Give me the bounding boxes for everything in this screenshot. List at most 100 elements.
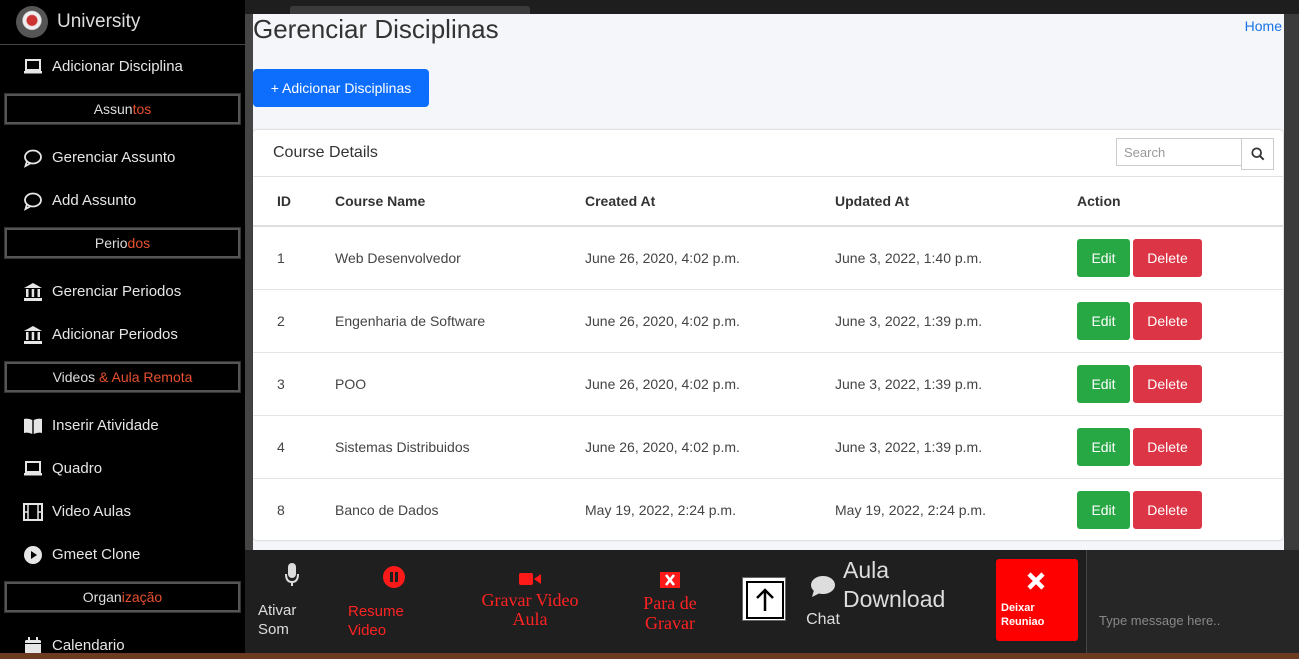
pause-circle-icon bbox=[383, 566, 405, 588]
main-content: Gerenciar Disciplinas Home + Adicionar D… bbox=[253, 14, 1284, 550]
sidebar-item[interactable]: Video Aulas bbox=[0, 490, 245, 533]
stop-recording-control[interactable]: Para de Gravar bbox=[635, 572, 705, 633]
sidebar-item-label: Adicionar Periodos bbox=[52, 326, 178, 343]
delete-button[interactable]: Delete bbox=[1133, 302, 1202, 340]
message-input[interactable] bbox=[1097, 612, 1291, 629]
edit-button[interactable]: Edit bbox=[1077, 302, 1130, 340]
resume-label: Resume Video bbox=[348, 603, 404, 639]
chat-panel bbox=[1086, 550, 1299, 659]
laptop-icon bbox=[22, 459, 44, 479]
cell-created-at: May 19, 2022, 2:24 p.m. bbox=[585, 502, 736, 518]
table-header-row: ID Course Name Created At Updated At Act… bbox=[253, 177, 1283, 227]
sidebar-item[interactable]: Adicionar Disciplina bbox=[0, 45, 245, 88]
record-control[interactable]: Gravar Video Aula bbox=[474, 572, 586, 629]
sidebar-item[interactable]: Gmeet Clone bbox=[0, 533, 245, 576]
brand[interactable]: University bbox=[0, 0, 245, 45]
cell-updated-at: May 19, 2022, 2:24 p.m. bbox=[835, 502, 986, 518]
close-icon bbox=[1027, 572, 1045, 590]
record-label: Gravar Video Aula bbox=[481, 590, 579, 629]
upload-button[interactable] bbox=[742, 577, 786, 621]
bank-icon bbox=[22, 325, 44, 345]
sidebar-item[interactable]: Gerenciar Assunto bbox=[0, 136, 245, 179]
browser-top-strip bbox=[245, 0, 1299, 14]
chat-control[interactable]: Chat bbox=[800, 574, 846, 629]
cell-actions: Edit Delete bbox=[1077, 479, 1283, 542]
home-link[interactable]: Home bbox=[1245, 18, 1282, 34]
sidebar: University Adicionar Disciplina Assun tos G… bbox=[0, 0, 245, 659]
cell-created-at: June 26, 2020, 4:02 p.m. bbox=[585, 415, 835, 479]
section-label: Videos bbox=[52, 369, 100, 385]
chat-icon bbox=[811, 576, 835, 597]
cell-created-at: June 26, 2020, 4:02 p.m. bbox=[585, 352, 835, 416]
video-camera-icon bbox=[519, 573, 541, 585]
column-header-id: ID bbox=[253, 177, 335, 227]
edit-button[interactable]: Edit bbox=[1077, 491, 1130, 529]
section-label-accent: tos bbox=[132, 101, 152, 117]
cell-actions: Edit Delete bbox=[1077, 226, 1283, 290]
cell-updated-at: June 3, 2022, 1:39 p.m. bbox=[835, 352, 1077, 416]
delete-button[interactable]: Delete bbox=[1133, 365, 1202, 403]
sidebar-item-label: Calendario bbox=[52, 637, 125, 654]
microphone-icon bbox=[285, 563, 299, 586]
bank-icon bbox=[22, 282, 44, 302]
sidebar-item-label: Adicionar Disciplina bbox=[52, 58, 183, 75]
edit-button[interactable]: Edit bbox=[1077, 428, 1130, 466]
sidebar-section-header: Organ ização bbox=[4, 581, 241, 613]
delete-button[interactable]: Delete bbox=[1133, 239, 1202, 277]
sidebar-item[interactable]: Adicionar Periodos bbox=[0, 313, 245, 356]
cell-course-name: POO bbox=[335, 352, 585, 416]
section-label-accent: dos bbox=[127, 235, 151, 251]
section-label-accent: & Aula Remota bbox=[99, 369, 193, 385]
resume-video-control[interactable]: Resume Video bbox=[348, 565, 418, 640]
cell-course-name: Web Desenvolvedor bbox=[335, 226, 585, 290]
download-control[interactable]: Aula Download bbox=[843, 556, 958, 614]
search-group bbox=[1116, 138, 1274, 170]
sidebar-item-label: Add Assunto bbox=[52, 192, 137, 209]
sidebar-item[interactable]: Add Assunto bbox=[0, 179, 245, 222]
scroll-area bbox=[1284, 14, 1299, 550]
sidebar-item-label: Inserir Atividade bbox=[52, 417, 159, 434]
card-title: Course Details bbox=[273, 144, 378, 161]
sidebar-item[interactable]: Quadro bbox=[0, 447, 245, 490]
sidebar-item-label: Quadro bbox=[52, 460, 103, 477]
cell-actions: Edit Delete bbox=[1077, 289, 1283, 353]
cell-created-at: June 26, 2020, 4:02 p.m. bbox=[585, 289, 835, 353]
section-label: Organ bbox=[82, 589, 122, 605]
table-row: 4 Sistemas Distribuidos June 26, 2020, 4:0… bbox=[253, 415, 1283, 479]
search-button[interactable] bbox=[1241, 138, 1274, 170]
cell-actions: Edit Delete bbox=[1077, 352, 1283, 416]
delete-button[interactable]: Delete bbox=[1133, 428, 1202, 466]
search-icon bbox=[1250, 147, 1264, 161]
cell-course-name: Engenharia de Software bbox=[335, 289, 585, 353]
column-header-updated: Updated At bbox=[835, 177, 1077, 227]
meeting-controls: Ativar Som Resume Video Gravar Video Aul… bbox=[245, 550, 1086, 659]
cell-updated-at: June 3, 2022, 1:39 p.m. bbox=[835, 289, 1077, 353]
cell-actions: Edit Delete bbox=[1077, 415, 1283, 479]
leave-meeting-button[interactable]: Deixar Reuniao bbox=[996, 559, 1078, 641]
sidebar-item[interactable]: Inserir Atividade bbox=[0, 404, 245, 447]
stop-label: Para de Gravar bbox=[643, 593, 697, 633]
laptop-icon bbox=[22, 57, 44, 77]
cell-course-name: Banco de Dados bbox=[335, 502, 439, 518]
table-row: 2 Engenharia de Software June 26, 2020, 4:… bbox=[253, 289, 1283, 353]
browser-tab[interactable] bbox=[290, 6, 530, 14]
section-label-accent: ização bbox=[121, 589, 163, 605]
upload-frame bbox=[746, 581, 784, 619]
arrow-up-icon bbox=[756, 588, 774, 611]
divider bbox=[245, 14, 253, 550]
edit-button[interactable]: Edit bbox=[1077, 365, 1130, 403]
taskbar-strip bbox=[0, 653, 1299, 659]
sidebar-item[interactable]: Gerenciar Periodos bbox=[0, 270, 245, 313]
sidebar-section-header: Videos & Aula Remota bbox=[4, 361, 241, 393]
edit-button[interactable]: Edit bbox=[1077, 239, 1130, 277]
mic-control[interactable]: Ativar Som bbox=[258, 562, 318, 639]
column-header-action: Action bbox=[1077, 177, 1283, 227]
film-icon bbox=[22, 502, 44, 522]
card-header: Course Details bbox=[253, 130, 1283, 177]
delete-button[interactable]: Delete bbox=[1133, 491, 1202, 529]
sidebar-list: Adicionar Disciplina Assun tos Gerenciar As… bbox=[0, 45, 245, 659]
add-course-button[interactable]: + Adicionar Disciplinas bbox=[253, 69, 429, 107]
sidebar-item-label: Gerenciar Periodos bbox=[52, 283, 182, 300]
search-input[interactable] bbox=[1116, 138, 1241, 166]
chat-icon bbox=[22, 148, 44, 168]
